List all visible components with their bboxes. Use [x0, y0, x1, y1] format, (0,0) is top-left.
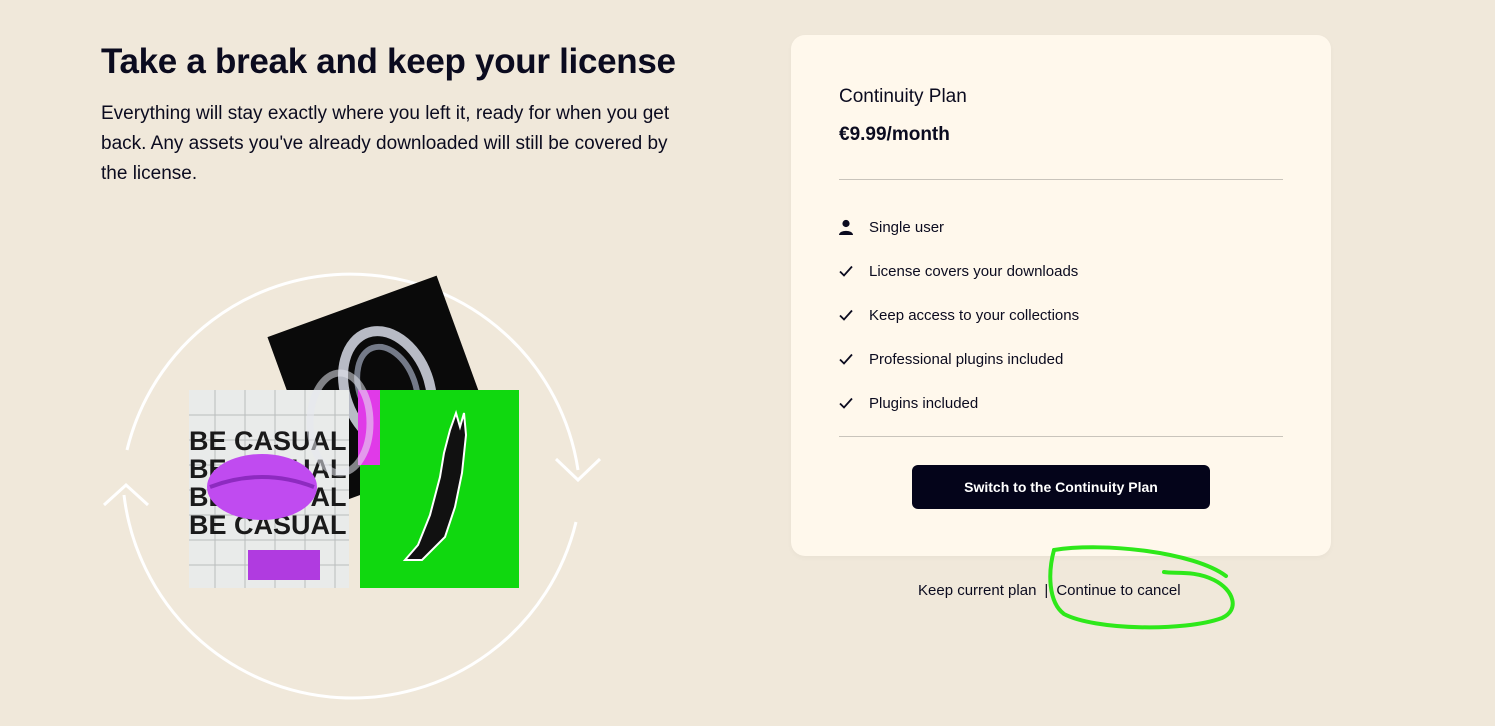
- continuity-illustration: BE CASUAL BE CASUAL BE CASUAL BE CASUAL: [100, 245, 610, 722]
- page-description: Everything will stay exactly where you l…: [101, 103, 670, 184]
- purple-lips: [207, 454, 317, 520]
- switch-plan-button[interactable]: Switch to the Continuity Plan: [912, 465, 1210, 509]
- feature-item-license: License covers your downloads: [837, 249, 1079, 293]
- user-icon: [837, 218, 855, 236]
- collage-text-1: BE CASUAL: [189, 426, 347, 456]
- feature-item-pro-plugins: Professional plugins included: [837, 337, 1079, 381]
- continue-to-cancel-link[interactable]: Continue to cancel: [1056, 582, 1180, 599]
- page-title: Take a break and keep your license: [101, 42, 676, 81]
- grid-card: BE CASUAL BE CASUAL BE CASUAL BE CASUAL: [189, 390, 349, 588]
- plan-actions: Keep current plan | Continue to cancel: [918, 582, 1181, 599]
- card-divider-bottom: [839, 436, 1283, 437]
- check-icon: [837, 262, 855, 280]
- feature-label: Single user: [869, 218, 945, 236]
- green-card: [358, 390, 519, 588]
- card-divider-top: [839, 179, 1283, 180]
- check-icon: [837, 394, 855, 412]
- plan-name: Continuity Plan: [839, 86, 967, 107]
- feature-item-collections: Keep access to your collections: [837, 293, 1079, 337]
- feature-item-plugins: Plugins included: [837, 381, 1079, 425]
- intro-section: Take a break and keep your license Every…: [101, 40, 721, 189]
- feature-label: Keep access to your collections: [869, 306, 1080, 324]
- feature-label: Plugins included: [869, 394, 979, 412]
- purple-pedestal: [248, 550, 320, 580]
- continuity-plan-card: Continuity Plan €9.99/month Single user …: [791, 35, 1331, 556]
- check-icon: [837, 350, 855, 368]
- feature-list: Single user License covers your download…: [837, 205, 1079, 425]
- plan-price: €9.99/month: [839, 124, 950, 145]
- feature-label: License covers your downloads: [869, 262, 1079, 280]
- check-icon: [837, 306, 855, 324]
- link-separator: |: [1044, 582, 1049, 599]
- feature-label: Professional plugins included: [869, 350, 1064, 368]
- feature-item-single-user: Single user: [837, 205, 1079, 249]
- keep-current-plan-link[interactable]: Keep current plan: [918, 582, 1036, 599]
